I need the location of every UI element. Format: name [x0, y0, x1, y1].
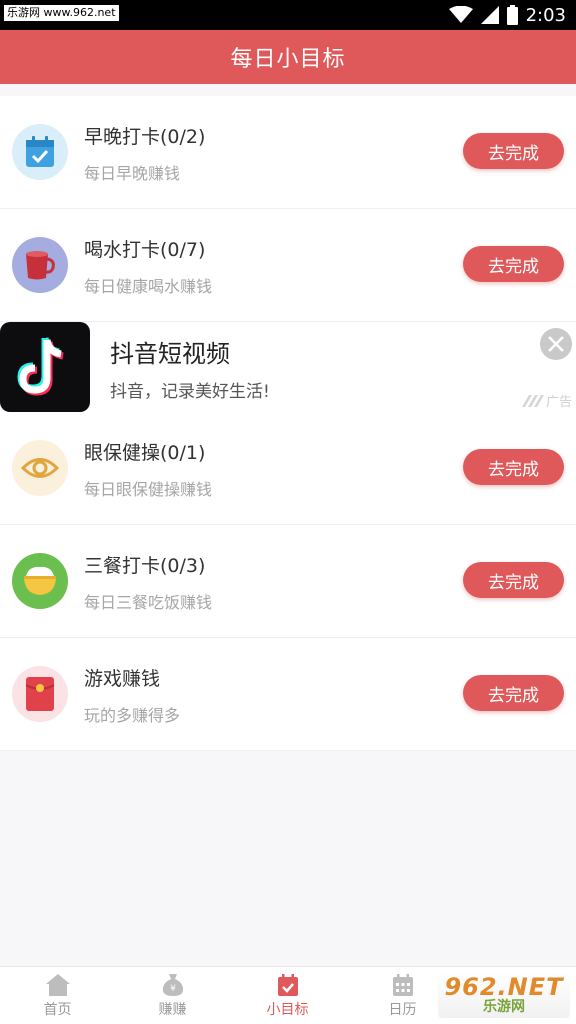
task-title: 三餐打卡(0/3)	[84, 555, 206, 577]
red-envelope-icon	[12, 666, 68, 722]
tiktok-logo-icon	[0, 322, 90, 412]
ad-tag: 广告	[521, 391, 572, 410]
calendar-check-icon	[277, 974, 298, 996]
status-bar: 乐游网 www.962.net 2:03	[0, 0, 576, 30]
ad-banner[interactable]: 抖音短视频 抖音，记录美好生活! 广告	[0, 322, 576, 412]
close-icon[interactable]	[540, 328, 572, 360]
task-subtitle: 每日早晚赚钱	[84, 164, 181, 183]
task-title: 游戏赚钱	[84, 668, 161, 690]
calendar-icon	[392, 974, 413, 996]
home-icon	[45, 974, 70, 996]
rice-bowl-icon	[12, 553, 68, 609]
go-complete-button[interactable]: 去完成	[463, 562, 564, 598]
go-complete-button[interactable]: 去完成	[463, 675, 564, 711]
task-list: 早晚打卡(0/2) 每日早晚赚钱 去完成 喝水打卡(0/7) 每日健康喝水赚钱 …	[0, 96, 576, 751]
watermark-logo-text: 962.NET	[444, 973, 564, 1001]
task-subtitle: 每日三餐吃饭赚钱	[84, 593, 213, 612]
task-row-eye: 眼保健操(0/1) 每日眼保健操赚钱 去完成	[0, 412, 576, 525]
app-header: 每日小目标	[0, 30, 576, 84]
go-complete-button[interactable]: 去完成	[463, 133, 564, 169]
eye-icon	[12, 440, 68, 496]
svg-text:¥: ¥	[170, 984, 176, 994]
battery-icon	[506, 5, 518, 25]
task-row-water: 喝水打卡(0/7) 每日健康喝水赚钱 去完成	[0, 209, 576, 322]
task-title: 眼保健操(0/1)	[84, 442, 206, 464]
go-complete-button[interactable]: 去完成	[463, 449, 564, 485]
page-title: 每日小目标	[230, 47, 346, 72]
task-subtitle: 玩的多赚得多	[84, 706, 181, 725]
go-complete-button[interactable]: 去完成	[463, 246, 564, 282]
ad-tag-label: 广告	[545, 395, 572, 410]
signal-icon	[480, 6, 499, 24]
task-row-game: 游戏赚钱 玩的多赚得多 去完成	[0, 638, 576, 751]
task-row-meals: 三餐打卡(0/3) 每日三餐吃饭赚钱 去完成	[0, 525, 576, 638]
tab-label: 赚赚	[158, 1002, 187, 1018]
site-watermark: 962.NET 乐游网	[438, 972, 570, 1018]
money-bag-icon: ¥	[162, 974, 183, 996]
status-time: 2:03	[525, 4, 566, 26]
ad-title: 抖音短视频	[110, 340, 230, 368]
tab-label: 日历	[388, 1002, 417, 1018]
task-title: 早晚打卡(0/2)	[84, 126, 206, 148]
ad-mark-icon	[521, 394, 544, 407]
wifi-icon	[448, 6, 473, 23]
task-title: 喝水打卡(0/7)	[84, 239, 206, 261]
tab-label: 首页	[43, 1002, 72, 1018]
task-row-morning-evening: 早晚打卡(0/2) 每日早晚赚钱 去完成	[0, 96, 576, 209]
status-icons: 2:03	[448, 3, 566, 27]
watermark-logo-subtext: 乐游网	[483, 999, 525, 1015]
tab-earn[interactable]: ¥ 赚赚	[115, 967, 230, 1024]
watermark-text: 乐游网 www.962.net	[4, 5, 119, 21]
tab-label: 小目标	[266, 1002, 309, 1018]
task-subtitle: 每日健康喝水赚钱	[84, 277, 213, 296]
tab-home[interactable]: 首页	[0, 967, 115, 1024]
tab-goals[interactable]: 小目标	[230, 967, 345, 1024]
ad-description: 抖音，记录美好生活!	[110, 382, 270, 402]
calendar-check-icon	[12, 124, 68, 180]
mug-icon	[12, 237, 68, 293]
task-subtitle: 每日眼保健操赚钱	[84, 480, 213, 499]
